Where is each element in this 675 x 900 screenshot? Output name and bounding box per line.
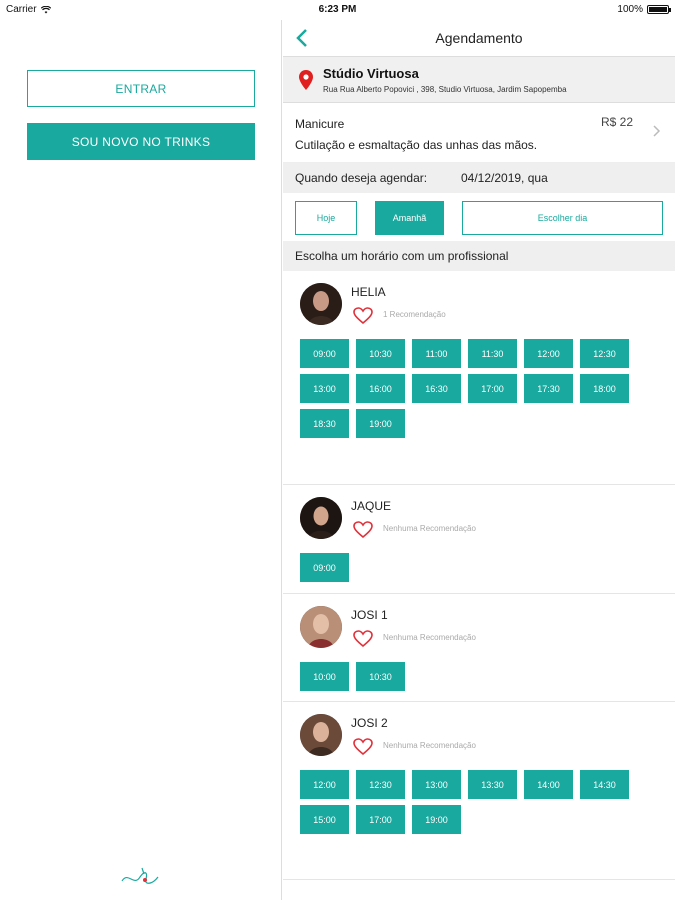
time-slot-button[interactable]: 10:30 (356, 339, 405, 368)
location-pin-icon (299, 70, 313, 90)
chevron-right-icon (653, 125, 661, 137)
avatar (300, 497, 342, 539)
schedule-label: Quando deseja agendar: (295, 171, 428, 185)
time-slot-button[interactable]: 12:30 (356, 770, 405, 799)
time-slot-button[interactable]: 12:00 (524, 339, 573, 368)
choose-day-button[interactable]: Escolher dia (462, 201, 663, 235)
professional-name: HELIA (351, 285, 386, 299)
professional-name: JAQUE (351, 499, 392, 513)
time-slot-button[interactable]: 14:00 (524, 770, 573, 799)
tomorrow-button[interactable]: Amanhã (375, 201, 444, 235)
professional-card: HELIA 1 Recomendação 09:00 10:30 11:00 1… (283, 271, 675, 485)
day-selector: Hoje Amanhã Escolher dia (283, 193, 675, 241)
service-name: Manicure (295, 117, 345, 131)
nav-bar: Agendamento (283, 20, 675, 57)
heart-icon[interactable] (353, 738, 373, 756)
time-slot-button[interactable]: 18:30 (300, 409, 349, 438)
time-slot-button[interactable]: 10:30 (356, 662, 405, 691)
right-pane: Agendamento Stúdio Virtuosa Rua Rua Albe… (283, 20, 675, 900)
heart-icon[interactable] (353, 307, 373, 325)
left-pane: ENTRAR SOU NOVO NO TRINKS (0, 20, 282, 900)
battery-indicator: 100% (617, 4, 671, 15)
time-slot-button[interactable]: 10:00 (300, 662, 349, 691)
time-slot-button[interactable]: 11:00 (412, 339, 461, 368)
login-button[interactable]: ENTRAR (27, 70, 255, 107)
time-slots: 10:00 10:30 (300, 662, 640, 691)
professional-name: JOSI 2 (351, 716, 388, 730)
clock: 6:23 PM (318, 4, 357, 15)
time-slot-button[interactable]: 13:00 (300, 374, 349, 403)
recommendation-count: Nenhuma Recomendação (383, 741, 476, 750)
avatar (300, 283, 342, 325)
recommendation-count: Nenhuma Recomendação (383, 524, 476, 533)
status-bar: Carrier 6:23 PM 100% (0, 0, 675, 20)
professional-card: JOSI 1 Nenhuma Recomendação 10:00 10:30 (283, 594, 675, 702)
service-description: Cutilação e esmaltação das unhas das mão… (295, 138, 538, 152)
avatar (300, 606, 342, 648)
today-button[interactable]: Hoje (295, 201, 357, 235)
battery-icon (647, 5, 671, 14)
professional-name: JOSI 1 (351, 608, 388, 622)
time-slot-button[interactable]: 18:00 (580, 374, 629, 403)
time-slot-button[interactable]: 15:00 (300, 805, 349, 834)
time-slot-button[interactable]: 09:00 (300, 339, 349, 368)
service-row[interactable]: Manicure R$ 22 Cutilação e esmaltação da… (283, 103, 675, 163)
signup-button[interactable]: SOU NOVO NO TRINKS (27, 123, 255, 160)
recommendation-count: Nenhuma Recomendação (383, 633, 476, 642)
time-slot-button[interactable]: 14:30 (580, 770, 629, 799)
studio-address: Rua Rua Alberto Popovici , 398, Studio V… (323, 85, 567, 94)
time-slot-button[interactable]: 11:30 (468, 339, 517, 368)
time-slot-button[interactable]: 19:00 (356, 409, 405, 438)
time-slot-button[interactable]: 13:00 (412, 770, 461, 799)
time-slot-button[interactable]: 19:00 (412, 805, 461, 834)
professional-card: JOSI 2 Nenhuma Recomendação 12:00 12:30 … (283, 702, 675, 880)
professional-card: JAQUE Nenhuma Recomendação 09:00 (283, 485, 675, 594)
professionals-header: Escolha um horário com um profissional (283, 241, 675, 271)
time-slot-button[interactable]: 09:00 (300, 553, 349, 582)
trinks-logo-icon (121, 867, 159, 884)
time-slot-button[interactable]: 13:30 (468, 770, 517, 799)
time-slots: 12:00 12:30 13:00 13:30 14:00 14:30 15:0… (300, 770, 640, 834)
battery-percent: 100% (617, 4, 643, 15)
time-slot-button[interactable]: 17:30 (524, 374, 573, 403)
choose-slot-label: Escolha um horário com um profissional (295, 249, 509, 263)
avatar (300, 714, 342, 756)
schedule-date-bar: Quando deseja agendar: 04/12/2019, qua (283, 163, 675, 193)
heart-icon[interactable] (353, 630, 373, 648)
heart-icon[interactable] (353, 521, 373, 539)
schedule-date: 04/12/2019, qua (461, 171, 548, 185)
recommendation-count: 1 Recomendação (383, 310, 446, 319)
time-slots: 09:00 (300, 553, 640, 582)
time-slot-button[interactable]: 17:00 (356, 805, 405, 834)
time-slot-button[interactable]: 16:00 (356, 374, 405, 403)
studio-name: Stúdio Virtuosa (323, 66, 419, 81)
time-slots: 09:00 10:30 11:00 11:30 12:00 12:30 13:0… (300, 339, 640, 438)
time-slot-button[interactable]: 17:00 (468, 374, 517, 403)
service-price: R$ 22 (600, 115, 633, 129)
page-title: Agendamento (435, 30, 523, 46)
studio-info: Stúdio Virtuosa Rua Rua Alberto Popovici… (283, 57, 675, 103)
time-slot-button[interactable]: 12:30 (580, 339, 629, 368)
time-slot-button[interactable]: 12:00 (300, 770, 349, 799)
time-slot-button[interactable]: 16:30 (412, 374, 461, 403)
